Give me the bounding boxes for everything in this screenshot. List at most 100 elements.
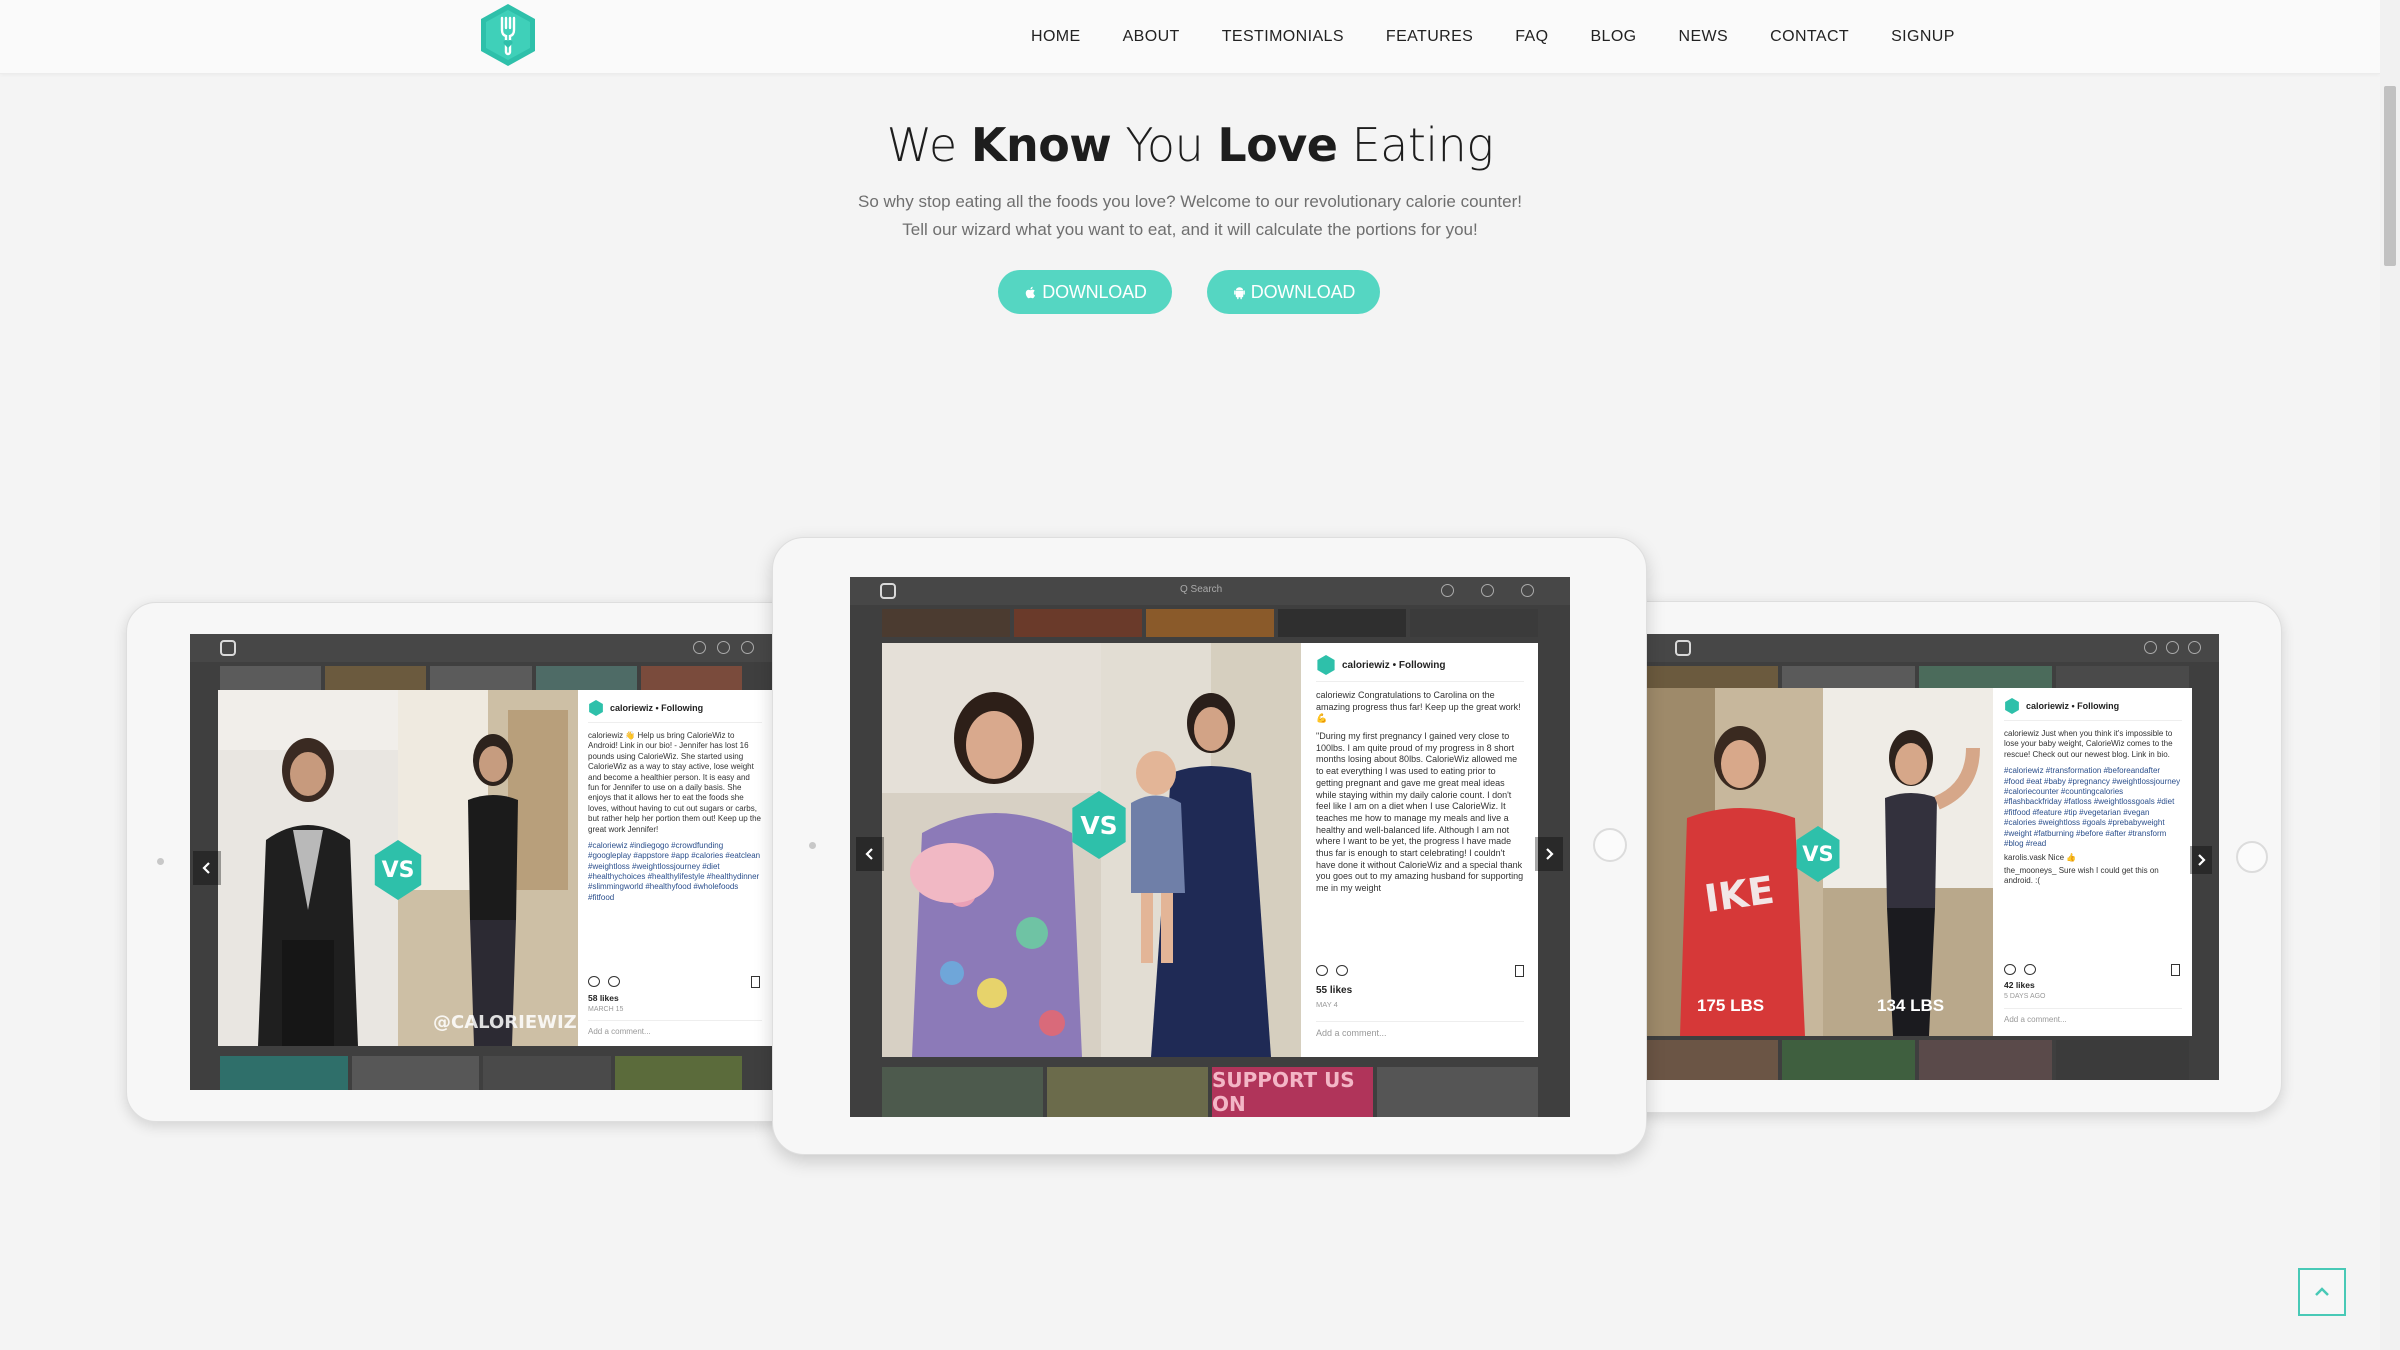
post-actions xyxy=(2004,964,2036,975)
page-scrollbar[interactable] xyxy=(2380,0,2400,1350)
post-caption: caloriewiz Congratulations to Carolina o… xyxy=(1316,690,1521,724)
hero-title-bold-love: Love xyxy=(1217,118,1338,172)
post-date: 5 DAYS AGO xyxy=(2004,993,2046,1000)
nav-testimonials[interactable]: TESTIMONIALS xyxy=(1222,28,1344,46)
caloriewiz-avatar xyxy=(589,700,603,716)
fork-heart-logo-icon[interactable] xyxy=(475,2,541,68)
bookmark-icon[interactable] xyxy=(1515,965,1524,977)
comment-icon[interactable] xyxy=(608,976,620,987)
post-username[interactable]: caloriewiz • Following xyxy=(2026,701,2119,711)
hero-subtitle-line1: So why stop eating all the foods you lov… xyxy=(858,192,1522,211)
download-ios-button[interactable]: DOWNLOAD xyxy=(998,270,1172,314)
post-date: MAY 4 xyxy=(1316,1000,1338,1009)
chevron-left-icon xyxy=(865,848,873,860)
before-weight-label: 175 LBS xyxy=(1697,996,1765,1015)
instagram-post: VS caloriewiz • Following caloriewiz Con… xyxy=(882,643,1538,1057)
post-comment-2: the_mooneys_ Sure wish I could get this … xyxy=(2004,865,2159,886)
nav-faq[interactable]: FAQ xyxy=(1515,28,1548,46)
slide-left-prev-arrow[interactable] xyxy=(193,851,221,885)
nav-about[interactable]: ABOUT xyxy=(1123,28,1180,46)
bookmark-icon[interactable] xyxy=(751,976,760,988)
instagram-icon xyxy=(1675,640,1691,656)
comment-input[interactable]: Add a comment... xyxy=(1316,1021,1524,1038)
post-caption-panel: caloriewiz • Following caloriewiz 👋 Help… xyxy=(578,690,772,1046)
user-icon xyxy=(2188,641,2201,654)
scrollbar-thumb[interactable] xyxy=(2384,86,2396,266)
nav-signup[interactable]: SIGNUP xyxy=(1891,28,1955,46)
feed-tiles-top xyxy=(882,609,1538,637)
compass-icon xyxy=(1441,584,1454,597)
caloriewiz-watermark: @CALORIEWIZ xyxy=(433,1012,577,1033)
comment-input[interactable]: Add a comment... xyxy=(588,1020,762,1036)
compass-icon xyxy=(2144,641,2157,654)
post-actions xyxy=(1316,965,1348,976)
instagram-post: IKE VS 175 LBS 134 LBS caloriewiz • Foll… xyxy=(1645,688,2192,1036)
post-hashtags: #caloriewiz #transformation #beforeandaf… xyxy=(2004,766,2181,848)
post-header: caloriewiz • Following xyxy=(1316,655,1524,682)
like-icon[interactable] xyxy=(2004,964,2016,975)
slide-center-screen: Q Search VS caloriewiz • Following calor… xyxy=(850,577,1570,1117)
search-field[interactable]: Q Search xyxy=(1180,584,1222,595)
instagram-bar xyxy=(190,634,772,662)
scroll-to-top-button[interactable] xyxy=(2298,1268,2346,1316)
tablet-center-home-button[interactable] xyxy=(1593,828,1627,862)
post-caption: caloriewiz Just when you think it's impo… xyxy=(2004,729,2173,759)
post-likes: 55 likes xyxy=(1316,985,1353,996)
nav-contact[interactable]: CONTACT xyxy=(1770,28,1849,46)
instagram-bar xyxy=(1645,634,2219,662)
post-username[interactable]: caloriewiz • Following xyxy=(1342,660,1446,671)
slide-right-next-arrow[interactable] xyxy=(2190,846,2212,874)
support-banner: SUPPORT US ON xyxy=(1212,1067,1373,1117)
post-likes: 42 likes xyxy=(2004,980,2035,990)
comment-input[interactable]: Add a comment... xyxy=(2004,1008,2182,1024)
like-icon[interactable] xyxy=(1316,965,1328,976)
post-caption: caloriewiz 👋 Help us bring CalorieWiz to… xyxy=(588,731,762,834)
feed-tiles-bottom: SUPPORT US ON xyxy=(882,1067,1538,1117)
chevron-left-icon xyxy=(202,862,210,874)
top-navbar: HOME ABOUT TESTIMONIALS FEATURES FAQ BLO… xyxy=(0,0,2380,74)
comment-icon[interactable] xyxy=(2024,964,2036,975)
like-icon[interactable] xyxy=(588,976,600,987)
post-username[interactable]: caloriewiz • Following xyxy=(610,703,703,713)
post-header: caloriewiz • Following xyxy=(2004,698,2182,721)
slide-center-prev-arrow[interactable] xyxy=(856,837,884,871)
instagram-icon xyxy=(220,640,236,656)
download-android-button[interactable]: DOWNLOAD xyxy=(1207,270,1380,314)
nav-news[interactable]: NEWS xyxy=(1679,28,1729,46)
instagram-post: VS @CALORIEWIZ caloriewiz • Following ca… xyxy=(218,690,772,1046)
heart-icon xyxy=(717,641,730,654)
bookmark-icon[interactable] xyxy=(2171,964,2180,976)
nav-home[interactable]: HOME xyxy=(1031,28,1081,46)
post-comment-1: karolis.vask Nice 👍 xyxy=(2004,853,2077,863)
android-icon xyxy=(1233,286,1245,299)
hero-title-bold-know: Know xyxy=(970,118,1112,172)
post-header: caloriewiz • Following xyxy=(588,700,762,723)
tablet-center-camera xyxy=(809,842,816,849)
tablet-right-home-button[interactable] xyxy=(2236,841,2268,873)
heart-icon xyxy=(2166,641,2179,654)
post-caption-panel: caloriewiz • Following caloriewiz Congra… xyxy=(1302,643,1538,1057)
instagram-icon xyxy=(880,583,896,599)
before-photo xyxy=(882,643,1101,1057)
post-actions xyxy=(588,976,620,987)
post-date: MARCH 15 xyxy=(588,1006,624,1013)
apple-icon xyxy=(1026,286,1036,298)
after-photo xyxy=(1101,643,1301,1057)
after-weight-label: 134 LBS xyxy=(1877,996,1945,1015)
hero-title-part: You xyxy=(1111,118,1218,172)
feed-tiles-bottom xyxy=(220,1056,742,1090)
user-icon xyxy=(741,641,754,654)
heart-icon xyxy=(1481,584,1494,597)
caloriewiz-avatar xyxy=(2005,698,2019,714)
comment-icon[interactable] xyxy=(1336,965,1348,976)
tablet-left-camera xyxy=(157,858,164,865)
chevron-right-icon xyxy=(1546,848,1554,860)
before-photo xyxy=(218,690,398,1046)
nav-blog[interactable]: BLOG xyxy=(1590,28,1636,46)
chevron-up-icon xyxy=(2315,1287,2329,1296)
nav-features[interactable]: FEATURES xyxy=(1386,28,1473,46)
download-android-label: DOWNLOAD xyxy=(1250,281,1356,302)
hero-title-part: We xyxy=(886,118,971,172)
slide-center-next-arrow[interactable] xyxy=(1535,837,1563,871)
slide-left-screen: VS @CALORIEWIZ caloriewiz • Following ca… xyxy=(190,634,772,1090)
